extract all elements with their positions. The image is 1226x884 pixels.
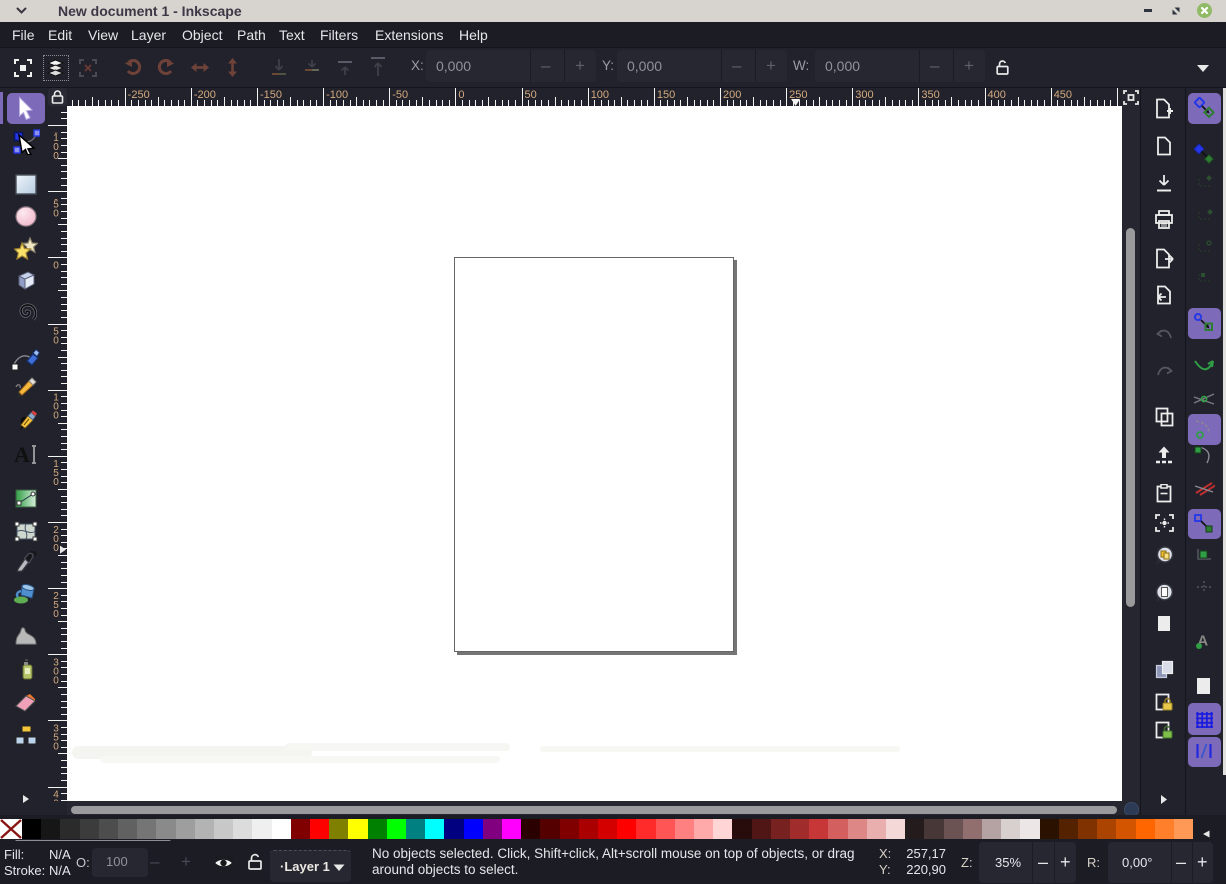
svg-text:300: 300 bbox=[855, 89, 873, 101]
svg-text:0: 0 bbox=[53, 477, 59, 488]
svg-text:100: 100 bbox=[591, 89, 609, 101]
svg-text:200: 200 bbox=[723, 89, 741, 101]
svg-text:0: 0 bbox=[53, 799, 59, 801]
svg-text:0: 0 bbox=[53, 208, 59, 219]
svg-text:0: 0 bbox=[53, 411, 59, 422]
svg-text:0: 0 bbox=[53, 543, 59, 554]
svg-text:0: 0 bbox=[53, 741, 59, 752]
svg-text:400: 400 bbox=[988, 89, 1006, 101]
svg-text:-250: -250 bbox=[128, 89, 150, 101]
svg-text:0: 0 bbox=[53, 609, 59, 620]
svg-text:450: 450 bbox=[1054, 89, 1072, 101]
svg-text:0: 0 bbox=[53, 675, 59, 686]
svg-text:150: 150 bbox=[657, 89, 675, 101]
svg-text:0: 0 bbox=[53, 336, 59, 347]
svg-text:-200: -200 bbox=[194, 89, 216, 101]
svg-text:-150: -150 bbox=[260, 89, 282, 101]
svg-text:0: 0 bbox=[458, 89, 464, 101]
svg-text:50: 50 bbox=[525, 89, 537, 101]
svg-text:350: 350 bbox=[921, 89, 939, 101]
svg-text:-50: -50 bbox=[392, 89, 408, 101]
svg-text:A: A bbox=[14, 443, 30, 466]
svg-text:0: 0 bbox=[53, 260, 59, 271]
svg-text:-100: -100 bbox=[326, 89, 348, 101]
svg-text:0: 0 bbox=[53, 151, 59, 162]
